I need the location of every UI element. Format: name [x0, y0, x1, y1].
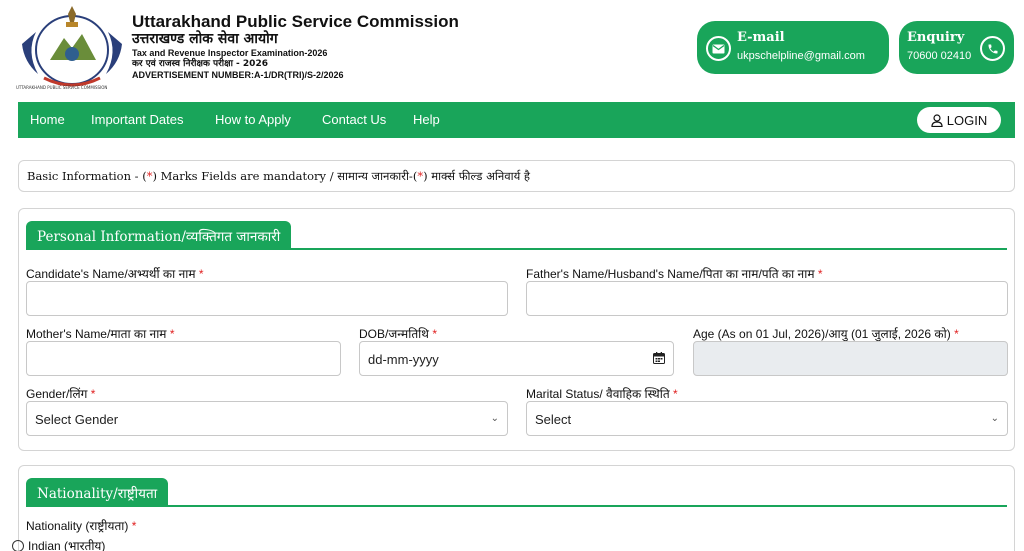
father-name-input[interactable]: [526, 281, 1008, 316]
basic-info-middle: ) Marks Fields are mandatory / सामान्य ज…: [152, 169, 418, 183]
nationality-title: Nationality/राष्ट्रीयता: [26, 478, 169, 506]
age-label: Age (As on 01 Jul, 2026)/आयु (01 जुलाई, …: [693, 327, 959, 341]
gender-selected-value: Select Gender: [35, 412, 119, 427]
candidate-name-label: Candidate's Name/अभ्यर्थी का नाम *: [26, 267, 204, 281]
org-name-en: Uttarakhand Public Service Commission: [132, 12, 459, 31]
basic-info-suffix: ) मार्क्स फील्ड अनिवार्य है: [423, 169, 531, 183]
email-contact[interactable]: E-mail ukpschelpline@gmail.com: [697, 21, 889, 74]
site-header: UTTARAKHAND PUBLIC SERVICE COMMISSION Ut…: [0, 0, 1024, 100]
age-input: [693, 341, 1008, 376]
logo-caption: UTTARAKHAND PUBLIC SERVICE COMMISSION: [16, 85, 108, 90]
email-icon: [706, 36, 731, 61]
nav-home[interactable]: Home: [30, 112, 65, 127]
advertisement-number: ADVERTISEMENT NUMBER:A-1/DR(TRI)/S-2/202…: [132, 70, 344, 80]
main-nav: Home Important Dates How to Apply Contac…: [18, 102, 1015, 138]
personal-info-section: Personal Information/व्यक्तिगत जानकारी C…: [18, 208, 1015, 451]
nav-important-dates[interactable]: Important Dates: [91, 112, 184, 127]
enquiry-value[interactable]: 70600 02410: [907, 50, 971, 62]
enquiry-title: Enquiry: [907, 30, 965, 45]
nationality-indian-label: Indian (भारतीय): [28, 539, 106, 551]
calendar-icon[interactable]: [653, 352, 665, 364]
chevron-down-icon: ⌄: [990, 413, 999, 424]
candidate-name-input[interactable]: [26, 281, 508, 316]
nationality-indian-radio[interactable]: Indian (भारतीय): [12, 537, 105, 551]
nationality-label: Nationality (राष्ट्रीयता) *: [26, 519, 137, 533]
personal-info-title: Personal Information/व्यक्तिगत जानकारी: [26, 221, 292, 249]
marital-status-select[interactable]: Select ⌄: [526, 401, 1008, 436]
login-button[interactable]: LOGIN: [917, 107, 1001, 133]
nationality-section: Nationality/राष्ट्रीयता Nationality (राष…: [18, 465, 1015, 551]
nav-contact-us[interactable]: Contact Us: [322, 112, 386, 127]
user-icon: [931, 113, 943, 127]
dob-label: DOB/जन्मतिथि *: [359, 327, 437, 341]
org-name-hi: उत्तराखण्ड लोक सेवा आयोग: [132, 31, 278, 47]
exam-name-en: Tax and Revenue Inspector Examination-20…: [132, 48, 328, 58]
father-name-label: Father's Name/Husband's Name/पिता का नाम…: [526, 267, 823, 281]
basic-info-prefix: Basic Information - (: [27, 169, 147, 183]
basic-info-note: Basic Information - (*) Marks Fields are…: [18, 160, 1015, 192]
gender-select[interactable]: Select Gender ⌄: [26, 401, 508, 436]
mother-name-input[interactable]: [26, 341, 341, 376]
section-divider: [26, 248, 1007, 250]
emblem-logo: [22, 6, 122, 87]
chevron-down-icon: ⌄: [490, 413, 499, 424]
nav-how-to-apply[interactable]: How to Apply: [215, 112, 291, 127]
section-divider: [26, 505, 1007, 507]
enquiry-contact[interactable]: Enquiry 70600 02410: [899, 21, 1014, 74]
email-value[interactable]: ukpschelpline@gmail.com: [737, 50, 865, 62]
phone-icon: [980, 36, 1005, 61]
dob-placeholder: dd-mm-yyyy: [368, 352, 439, 367]
mother-name-label: Mother's Name/माता का नाम *: [26, 327, 175, 341]
marital-status-label: Marital Status/ वैवाहिक स्थिति *: [526, 387, 678, 401]
gender-label: Gender/लिंग *: [26, 387, 96, 401]
nav-help[interactable]: Help: [413, 112, 440, 127]
exam-name-hi: कर एवं राजस्व निरीक्षक परीक्षा - 2026: [132, 59, 268, 69]
marital-selected-value: Select: [535, 412, 572, 427]
login-label: LOGIN: [946, 112, 988, 128]
dob-input[interactable]: dd-mm-yyyy: [359, 341, 674, 376]
email-title: E-mail: [737, 30, 785, 45]
org-title-block: Uttarakhand Public Service Commission उत…: [132, 12, 459, 81]
radio-circle-icon[interactable]: [12, 539, 24, 551]
